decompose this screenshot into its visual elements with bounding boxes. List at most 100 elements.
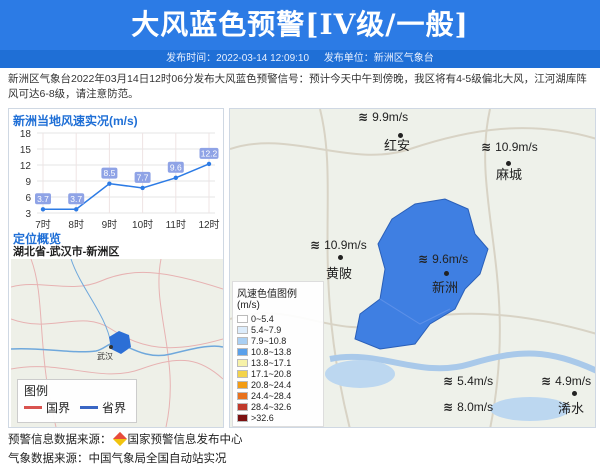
data-label: 9.6 bbox=[170, 162, 182, 172]
wind-value: 9.9m/s bbox=[372, 110, 409, 124]
publish-unit: 发布单位：新洲区气象台 bbox=[323, 53, 434, 64]
wind-value: 10.9m/s bbox=[495, 140, 538, 154]
wind-scale-label: 5.4~7.9 bbox=[251, 324, 282, 335]
legend-label-national-border: 国界 bbox=[46, 401, 71, 415]
wind-scale-swatch bbox=[237, 380, 248, 389]
left-panel: 新洲当地风速实况(m/s) 18 15 12 9 6 3 3.7 7时 3.7 8时 8.5 9时 7.… bbox=[8, 108, 224, 428]
city-dot bbox=[572, 391, 577, 396]
wind-data-point bbox=[40, 207, 46, 212]
header-banner: 大风蓝色预警[IV级/一般] bbox=[0, 0, 600, 50]
wind-value: 5.4m/s bbox=[457, 374, 494, 388]
wind-label: ≋ 8.0m/s bbox=[435, 395, 501, 419]
legend-title: 图例 bbox=[24, 384, 49, 398]
page-title: 大风蓝色预警[IV级/一般] bbox=[131, 8, 469, 41]
legend-item-national-border: 国界 bbox=[24, 399, 70, 416]
wind-scale-item: 24.4~28.4 bbox=[237, 390, 319, 401]
warning-description: 新洲区气象台2022年03月14日12时06分发布大风蓝色预警信号：预计今天中午… bbox=[8, 73, 587, 100]
wind-label: ≋ 4.9m/s bbox=[533, 369, 595, 393]
wind-scale-swatch bbox=[237, 314, 248, 323]
wind-value: 9.6m/s bbox=[432, 252, 469, 266]
overview-map[interactable]: 武汉 图例 国界 省界 bbox=[11, 259, 223, 427]
warning-source-name[interactable]: 国家预警信息发布中心 bbox=[128, 434, 243, 446]
wind-scale-label: 17.1~20.8 bbox=[251, 368, 292, 379]
wind-scale-item: 20.8~24.4 bbox=[237, 379, 319, 390]
wind-scale-swatch bbox=[237, 347, 248, 356]
wind-scale-item: 10.8~13.8 bbox=[237, 346, 319, 357]
y-tick-label: 12 bbox=[20, 161, 32, 172]
wind-scale-item: 28.4~32.6 bbox=[237, 401, 319, 412]
wind-icon: ≋ bbox=[443, 400, 454, 414]
data-label: 3.7 bbox=[70, 194, 82, 204]
wind-scale-item: 5.4~7.9 bbox=[237, 324, 319, 335]
wind-label: ≋ 9.9m/s bbox=[350, 109, 416, 129]
wind-scale-swatch bbox=[237, 325, 248, 334]
publish-info-bar: 发布时间：2022-03-14 12:09:10 发布单位：新洲区气象台 bbox=[0, 50, 600, 68]
y-tick-label: 9 bbox=[25, 177, 31, 188]
province-border-swatch bbox=[80, 406, 99, 409]
footer: 预警信息数据来源： 国家预警信息发布中心 气象数据来源：中国气象局全国自动站实况 bbox=[8, 431, 243, 469]
wind-scale-swatch bbox=[237, 402, 248, 411]
wind-value: 10.9m/s bbox=[324, 238, 367, 252]
wind-scale-item: 0~5.4 bbox=[237, 313, 319, 324]
y-tick-label: 6 bbox=[25, 193, 31, 204]
wind-data-point bbox=[173, 175, 178, 180]
wind-label: ≋ 10.9m/s bbox=[302, 233, 375, 257]
wind-scale-label: 10.8~13.8 bbox=[251, 346, 292, 357]
legend-item-province-border: 省界 bbox=[80, 399, 126, 416]
warning-center-logo-icon bbox=[112, 431, 127, 447]
wind-scale-label: 28.4~32.6 bbox=[251, 401, 292, 412]
wind-icon: ≋ bbox=[541, 374, 552, 388]
city-label-huangpi: 黄陂 bbox=[326, 267, 353, 282]
wind-chart-svg: 1815129633.77时3.78时8.59时7.710时9.611时12.2… bbox=[20, 129, 220, 231]
national-border-swatch bbox=[24, 406, 42, 409]
wind-scale-swatch bbox=[237, 336, 248, 345]
wind-icon: ≋ bbox=[358, 110, 369, 124]
wind-label: ≋ 5.4m/s bbox=[435, 369, 501, 393]
wind-scale-item: 13.8~17.1 bbox=[237, 357, 319, 368]
y-tick-label: 18 bbox=[20, 129, 32, 140]
wind-series-line bbox=[43, 163, 210, 211]
wind-scale-label: 13.8~17.1 bbox=[251, 357, 292, 368]
city-dot bbox=[444, 271, 449, 276]
minimap-city-label: 武汉 bbox=[97, 352, 113, 361]
wind-value: 4.9m/s bbox=[555, 374, 592, 388]
wind-icon: ≋ bbox=[443, 374, 454, 388]
publish-time: 发布时间：2022-03-14 12:09:10 bbox=[166, 53, 310, 64]
warning-source-label: 预警信息数据来源： bbox=[8, 434, 112, 446]
wind-scale-swatch bbox=[237, 391, 248, 400]
wind-scale-label: 0~5.4 bbox=[251, 313, 274, 324]
wind-map[interactable]: ≋ 9.9m/s ≋ 10.9m/s ≋ 10.9m/s ≋ 9.6m/s ≋ 5.4m/… bbox=[229, 108, 596, 428]
city-label-xinzhou: 新洲 bbox=[432, 281, 459, 296]
data-label: 12.2 bbox=[201, 148, 218, 158]
wind-scale-item: 17.1~20.8 bbox=[237, 368, 319, 379]
data-label: 7.7 bbox=[137, 172, 149, 182]
wind-data-point bbox=[140, 185, 145, 191]
wind-speed-legend: 风速色值图例 (m/s) 0~5.4 5.4~7.9 7.9~10.8 10.8~13… bbox=[232, 281, 324, 427]
data-label: 3.7 bbox=[37, 194, 49, 204]
wind-data-point bbox=[107, 181, 112, 186]
wind-icon: ≋ bbox=[481, 140, 492, 154]
wind-icon: ≋ bbox=[418, 252, 429, 266]
wind-label: ≋ 9.6m/s bbox=[410, 247, 476, 271]
city-dot bbox=[338, 255, 343, 260]
wind-speed-legend-title: 风速色值图例 (m/s) bbox=[237, 289, 297, 311]
wind-scale-item: >32.6 bbox=[237, 412, 319, 423]
wind-icon: ≋ bbox=[310, 238, 321, 252]
wind-label: ≋ 10.9m/s bbox=[473, 135, 546, 159]
wind-data-point bbox=[74, 207, 79, 212]
wind-scale-item: 7.9~10.8 bbox=[237, 335, 319, 346]
y-tick-label: 15 bbox=[20, 145, 32, 156]
y-tick-label: 3 bbox=[25, 209, 31, 220]
wind-data-point bbox=[206, 161, 212, 167]
wind-scale-label: 24.4~28.4 bbox=[251, 390, 292, 401]
footer-line-warning-source: 预警信息数据来源： 国家预警信息发布中心 bbox=[8, 431, 243, 450]
city-label-xishui: 浠水 bbox=[558, 402, 585, 417]
wind-chart: 18 15 12 9 6 3 3.7 7时 3.7 8时 8.5 9时 7.7 10时 9.6 11时 12.2… bbox=[9, 127, 225, 237]
minimap-legend: 图例 国界 省界 bbox=[17, 379, 137, 423]
footer-line-weather-source: 气象数据来源：中国气象局全国自动站实况 bbox=[8, 453, 227, 465]
legend-label-province-border: 省界 bbox=[102, 401, 127, 415]
wind-scale-swatch bbox=[237, 369, 248, 378]
city-label-hongan: 红安 bbox=[384, 139, 411, 154]
location-path: 湖北省-武汉市-新洲区 bbox=[13, 246, 120, 258]
wind-scale-label: >32.6 bbox=[251, 412, 274, 423]
